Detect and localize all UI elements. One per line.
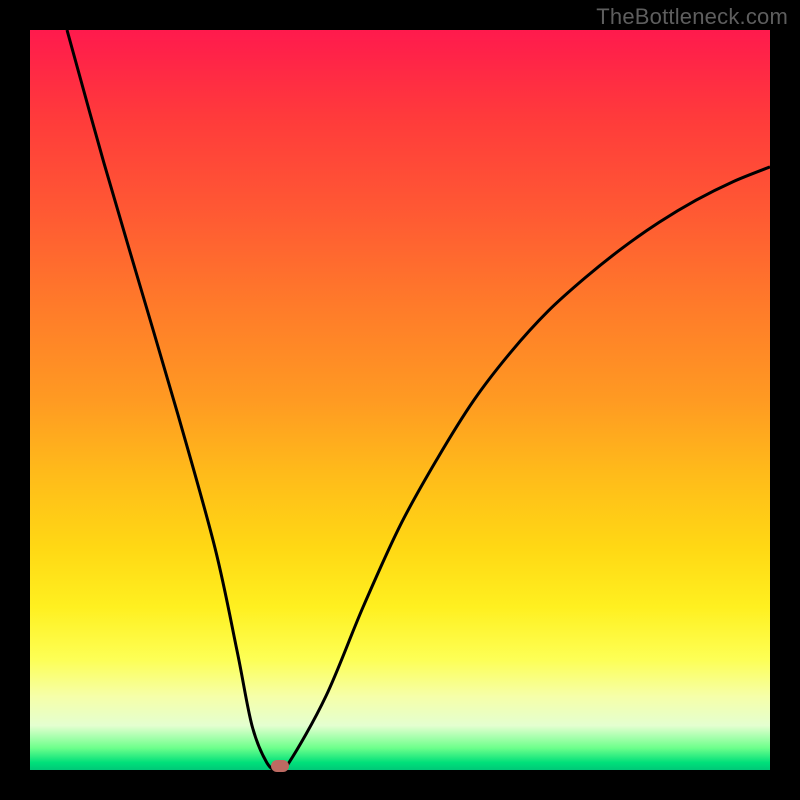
chart-frame: TheBottleneck.com: [0, 0, 800, 800]
plot-area: [30, 30, 770, 770]
watermark-text: TheBottleneck.com: [596, 4, 788, 30]
minimum-marker: [271, 760, 289, 772]
curve-svg: [30, 30, 770, 770]
bottleneck-curve: [67, 30, 770, 770]
